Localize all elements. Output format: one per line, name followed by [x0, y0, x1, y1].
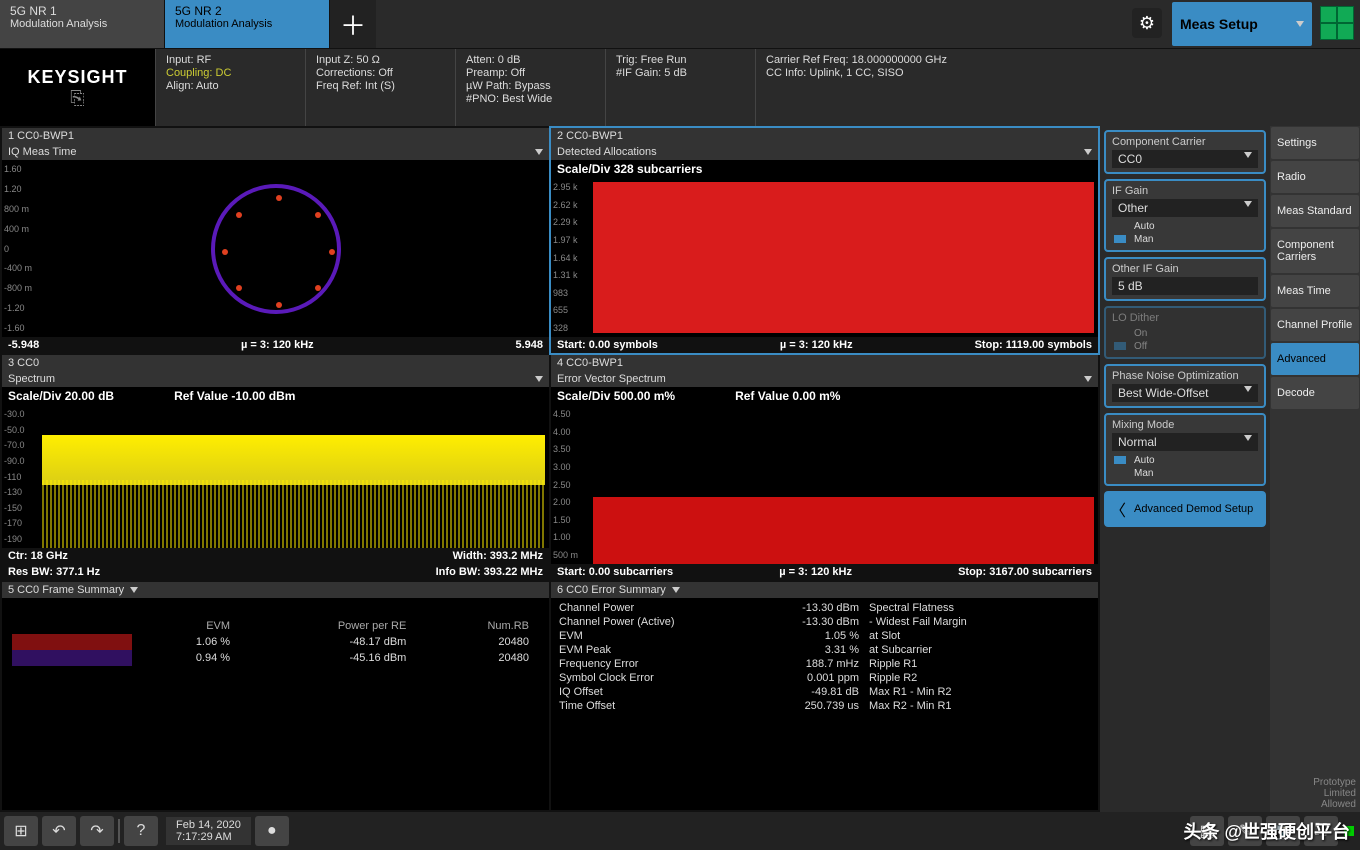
y-ticks: 1.601.20800 m400 m0-400 m-800 m-1.20-1.6… [4, 164, 32, 333]
chevron-down-icon[interactable] [1084, 376, 1092, 382]
chevron-down-icon[interactable] [130, 587, 138, 593]
chevron-down-icon [1244, 152, 1252, 158]
watermark: 头条 @世强硬创平台 [1183, 818, 1350, 844]
chevron-down-icon[interactable] [672, 587, 680, 593]
chevron-down-icon [1296, 21, 1304, 27]
frame-summary-table: EVMPower per RENum.RB1.06 %-48.17 dBm204… [12, 618, 539, 666]
logo: KEYSIGHT ⎘ [0, 49, 155, 126]
info-col-5: Carrier Ref Freq: 18.000000000 GHz CC In… [755, 49, 1360, 126]
info-col-3: Atten: 0 dB Preamp: Off µW Path: Bypass … [455, 49, 605, 126]
tab-bar: 5G NR 1 Modulation Analysis 5G NR 2 Modu… [0, 0, 1360, 48]
y-ticks: 4.504.003.503.002.502.001.501.00500 m [553, 409, 578, 560]
evs-trace [593, 497, 1094, 564]
spectrum-trace [42, 435, 545, 485]
back-icon: 〈 [1110, 497, 1126, 521]
mixing-mode-toggle[interactable]: Auto Man [1112, 454, 1258, 480]
panel-error-vector-spectrum[interactable]: 4 CC0-BWP1 Error Vector Spectrum Scale/D… [551, 355, 1098, 580]
chevron-down-icon[interactable] [535, 376, 543, 382]
side-btn-settings[interactable]: Settings [1271, 127, 1359, 159]
y-ticks: 2.95 k2.62 k2.29 k1.97 k1.64 k1.31 k9836… [553, 182, 578, 333]
side-panel: Component Carrier CC0 IF Gain Other Auto… [1100, 126, 1360, 812]
chevron-down-icon [1244, 386, 1252, 392]
info-col-1: Input: RF Coupling: DC Align: Auto [155, 49, 305, 126]
tab-sub: Modulation Analysis [10, 18, 154, 30]
y-ticks: -30.0-50.0-70.0-90.0-110-130-150-170-190 [4, 409, 25, 544]
lo-dither-control: LO Dither OnOff [1104, 306, 1266, 359]
logo-text: KEYSIGHT [27, 67, 127, 88]
tab-5gnr2[interactable]: 5G NR 2 Modulation Analysis [165, 0, 330, 48]
constellation-plot [211, 184, 341, 314]
mixing-mode-control[interactable]: Mixing Mode Normal Auto Man [1104, 413, 1266, 486]
chevron-down-icon[interactable] [1084, 149, 1092, 155]
if-gain-control[interactable]: IF Gain Other Auto Man [1104, 179, 1266, 252]
help-button[interactable]: ? [124, 816, 158, 846]
side-btn-advanced[interactable]: Advanced [1271, 343, 1359, 375]
meas-setup-label: Meas Setup [1180, 16, 1258, 32]
chevron-down-icon [1244, 435, 1252, 441]
info-col-4: Trig: Free Run #IF Gain: 5 dB [605, 49, 755, 126]
if-gain-toggle[interactable]: Auto Man [1112, 220, 1258, 246]
allocation-plot [593, 182, 1094, 333]
chevron-down-icon[interactable] [535, 149, 543, 155]
info-col-2: Input Z: 50 Ω Corrections: Off Freq Ref:… [305, 49, 455, 126]
datetime: Feb 14, 2020 7:17:29 AM [166, 817, 251, 845]
panel-frame-summary[interactable]: 5 CC0 Frame Summary EVMPower per RENum.R… [2, 582, 549, 810]
redo-button[interactable]: ↷ [80, 816, 114, 846]
side-btn-channel-profile[interactable]: Channel Profile [1271, 309, 1359, 341]
phase-noise-control[interactable]: Phase Noise Optimization Best Wide-Offse… [1104, 364, 1266, 408]
side-btn-meas-time[interactable]: Meas Time [1271, 275, 1359, 307]
chevron-down-icon [1244, 201, 1252, 207]
layout-icon[interactable] [1320, 6, 1354, 40]
prototype-label: PrototypeLimitedAllowed [1313, 777, 1356, 810]
panel-error-summary[interactable]: 6 CC0 Error Summary Channel Power-13.30 … [551, 582, 1098, 810]
info-bar: KEYSIGHT ⎘ Input: RF Coupling: DC Align:… [0, 48, 1360, 126]
meas-setup-button[interactable]: Meas Setup [1172, 2, 1312, 46]
panel-spectrum[interactable]: 3 CC0 Spectrum Scale/Div 20.00 dBRef Val… [2, 355, 549, 580]
side-tabs: SettingsRadioMeas StandardComponent Carr… [1270, 126, 1360, 812]
bottom-bar: ⊞ ↶ ↷ ? Feb 14, 2020 7:17:29 AM ● ▦ ✎ 📷 … [0, 812, 1360, 850]
tab-5gnr1[interactable]: 5G NR 1 Modulation Analysis [0, 0, 165, 48]
side-btn-radio[interactable]: Radio [1271, 161, 1359, 193]
component-carrier-select[interactable]: Component Carrier CC0 [1104, 130, 1266, 174]
undo-button[interactable]: ↶ [42, 816, 76, 846]
settings-icon[interactable]: ⚙ [1132, 8, 1162, 38]
side-btn-component-carriers[interactable]: Component Carriers [1271, 229, 1359, 273]
advanced-demod-button[interactable]: 〈 Advanced Demod Setup [1104, 491, 1266, 527]
error-summary-grid: Channel Power-13.30 dBmSpectral Flatness… [551, 598, 1098, 716]
tab-title: 5G NR 1 [10, 4, 154, 18]
side-btn-meas-standard[interactable]: Meas Standard [1271, 195, 1359, 227]
panel-iq-meas-time[interactable]: 1 CC0-BWP1 IQ Meas Time 1.601.20800 m400… [2, 128, 549, 353]
marker-icon[interactable]: ● [255, 816, 289, 846]
side-btn-decode[interactable]: Decode [1271, 377, 1359, 409]
panel-detected-allocations[interactable]: 2 CC0-BWP1 Detected Allocations Scale/Di… [551, 128, 1098, 353]
add-tab-button[interactable]: ＋ [330, 0, 376, 48]
tab-title: 5G NR 2 [175, 4, 319, 18]
windows-icon[interactable]: ⊞ [4, 816, 38, 846]
other-if-gain-control[interactable]: Other IF Gain 5 dB [1104, 257, 1266, 301]
tab-sub: Modulation Analysis [175, 18, 319, 30]
